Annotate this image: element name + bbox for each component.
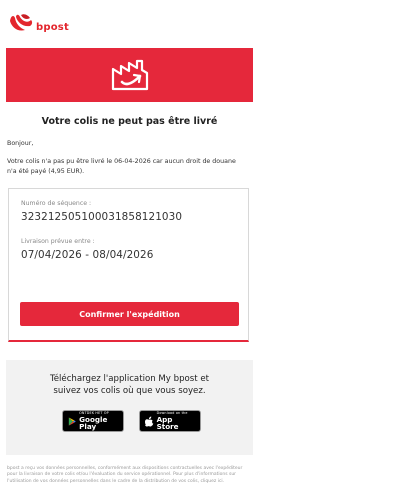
- greeting-text: Bonjour,: [7, 140, 34, 147]
- app-promo-line-2: suivez vos colis où que vous soyez.: [53, 386, 206, 396]
- app-download-section: Téléchargez l'application My bpost et su…: [6, 360, 253, 455]
- confirm-shipment-button[interactable]: Confirmer l'expédition: [20, 302, 239, 326]
- factory-truck-icon: [111, 59, 148, 91]
- delivery-message: Votre colis n'a pas pu être livré le 06-…: [7, 158, 236, 175]
- app-promo-text: Téléchargez l'application My bpost et su…: [6, 373, 253, 397]
- header-banner: [6, 48, 253, 102]
- google-play-badge[interactable]: ONTDEK HET OP Google Play: [62, 410, 124, 432]
- delivery-window-value: 07/04/2026 - 08/04/2026: [21, 249, 154, 261]
- app-promo-line-1: Téléchargez l'application My bpost et: [49, 374, 210, 384]
- apple-icon: [145, 415, 154, 427]
- sequence-label: Numéro de séquence :: [21, 200, 92, 207]
- privacy-footer: bpost a reçu vos données personnelles, c…: [7, 466, 243, 484]
- google-play-big-text: Google Play: [79, 414, 108, 432]
- app-store-badge[interactable]: Download on the App Store: [139, 410, 201, 432]
- page-title: Votre colis ne peut pas être livré: [41, 116, 218, 127]
- delivery-window-label: Livraison prévue entre :: [21, 238, 95, 245]
- google-play-icon: [68, 416, 76, 426]
- bpost-horn-icon: [10, 14, 33, 31]
- app-store-big-text: App Store: [156, 414, 179, 432]
- bpost-logo[interactable]: bpost: [8, 6, 69, 40]
- bpost-wordmark: bpost: [36, 21, 69, 33]
- sequence-number: 323212505100031858121030: [21, 211, 183, 223]
- tracking-card: Numéro de séquence : 3232125051000318581…: [8, 188, 249, 342]
